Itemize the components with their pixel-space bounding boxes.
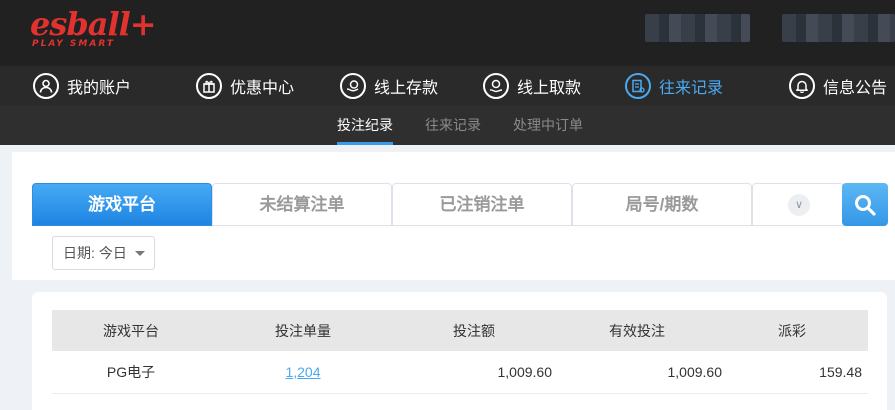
tab-game-platform[interactable]: 游戏平台 [32,183,212,226]
main-nav: 我的账户 优惠中心 线上存款 线上取款 往来记录 信息公告 [0,66,895,106]
col-bet-count: 投注单量 [275,322,331,339]
table-row: PG电子 1,204 1,009.60 1,009.60 159.48 [52,351,868,393]
tab-unsettled-bets[interactable]: 未结算注单 [212,183,392,226]
blurred-balance-info [782,14,895,42]
cell-payout: 159.48 [819,363,862,380]
table-header-row: 游戏平台 投注单量 投注额 有效投注 派彩 [52,310,868,351]
nav-label: 往来记录 [659,80,724,97]
nav-announcements[interactable]: 信息公告 [789,66,887,106]
date-filter-value: 今日 [98,245,127,261]
cell-valid-bet: 1,009.60 [667,363,723,380]
nav-online-deposit[interactable]: 线上存款 [340,66,438,106]
bet-count-link[interactable]: 1,204 [285,364,320,380]
tab-round-number[interactable]: 局号/期数 [572,183,752,226]
date-filter-label: 日期: [63,245,95,261]
top-header: esball+ PLAY SMART [0,0,895,66]
col-bet-amount: 投注额 [453,322,495,339]
nav-transaction-records[interactable]: 往来记录 [625,66,723,106]
logo-text: esball+ [30,5,157,43]
nav-label: 优惠中心 [230,80,295,97]
subtab-pending-orders[interactable]: 处理中订单 [513,106,583,145]
user-icon [33,73,59,99]
records-icon [625,73,651,99]
col-payout: 派彩 [778,322,806,339]
nav-label: 我的账户 [67,80,132,97]
chevron-down-icon[interactable]: ∨ [788,194,810,216]
col-platform: 游戏平台 [103,322,159,339]
search-button[interactable] [842,183,888,226]
tab-cancelled-bets[interactable]: 已注销注单 [392,183,572,226]
bell-icon [789,73,815,99]
withdraw-icon [483,73,509,99]
cell-platform: PG电子 [106,363,156,380]
filter-panel: 游戏平台 未结算注单 已注销注单 局号/期数 ∨ 日期: 今日 [12,152,895,280]
date-filter-select[interactable]: 日期: 今日 [52,236,155,270]
nav-promotions[interactable]: 优惠中心 [196,66,294,106]
gift-icon [196,73,222,99]
caret-down-icon [134,250,145,256]
blurred-user-info [645,14,750,42]
nav-online-withdraw[interactable]: 线上取款 [483,66,581,106]
col-valid-bet: 有效投注 [609,322,665,339]
nav-label: 线上存款 [374,80,439,97]
esball-logo[interactable]: esball+ PLAY SMART [30,6,160,56]
search-icon [855,195,876,216]
sub-nav: 投注纪录 往来记录 处理中订单 [0,106,895,145]
subtab-transaction-records[interactable]: 往来记录 [425,106,481,145]
nav-my-account[interactable]: 我的账户 [33,66,131,106]
cell-bet-amount: 1,009.60 [497,363,553,380]
nav-label: 线上取款 [517,80,582,97]
subtab-bet-records[interactable]: 投注纪录 [337,106,393,145]
results-table: 游戏平台 投注单量 投注额 有效投注 派彩 PG电子 1,204 1,009.6… [52,310,868,394]
deposit-icon [340,73,366,99]
nav-label: 信息公告 [823,80,888,97]
logo-subtext: PLAY SMART [32,39,115,49]
results-panel: 游戏平台 投注单量 投注额 有效投注 派彩 PG电子 1,204 1,009.6… [32,292,887,410]
tab-more: ∨ [752,183,844,226]
